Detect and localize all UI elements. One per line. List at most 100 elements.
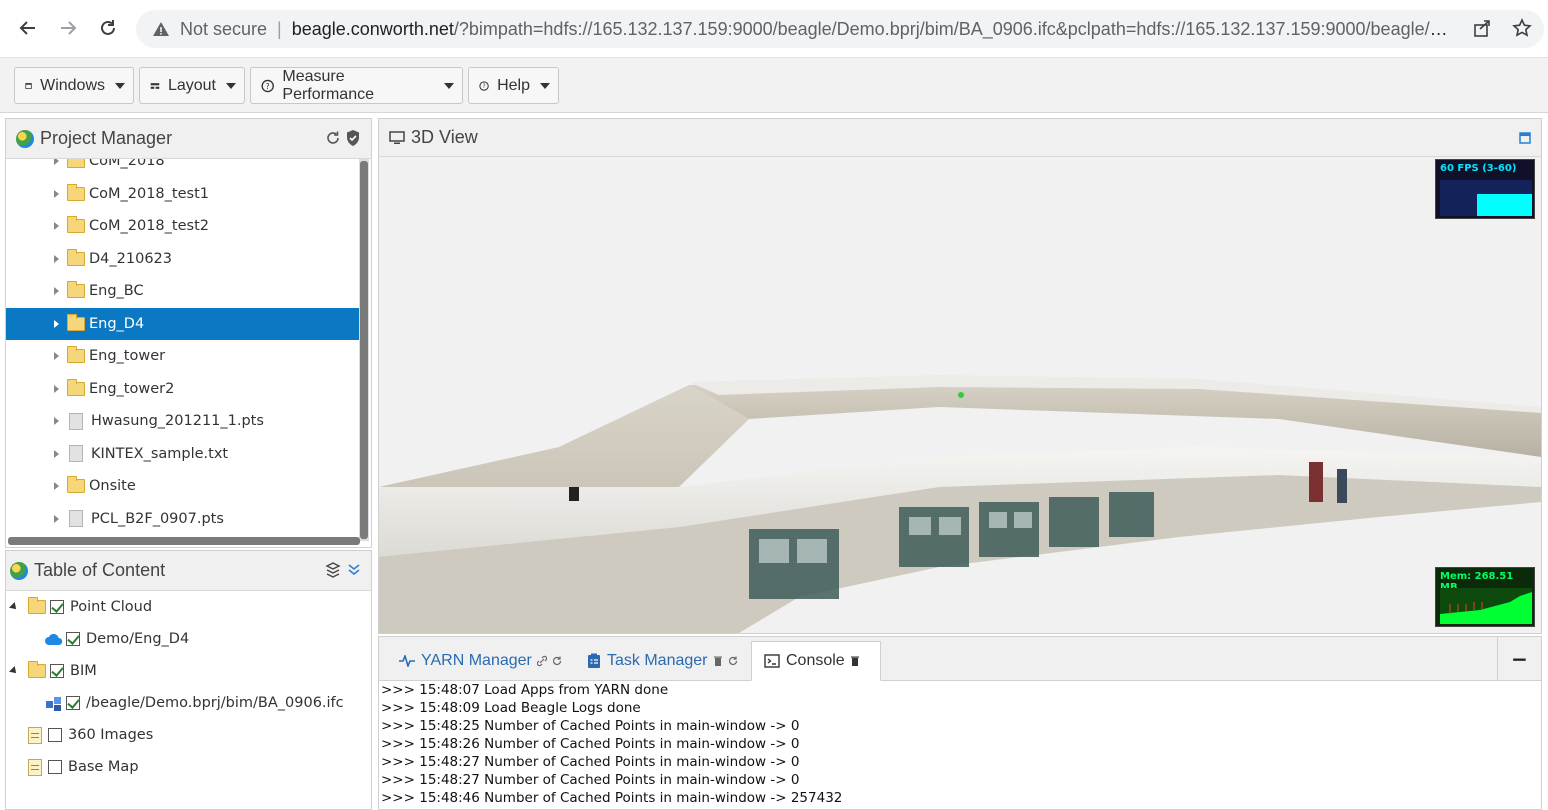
toc-item-bim[interactable]: BIM — [9, 655, 97, 687]
forward-button[interactable] — [48, 8, 88, 48]
toc-item-demo-eng-d4[interactable]: Demo/Eng_D4 — [44, 623, 189, 655]
expand-arrow-icon[interactable] — [54, 222, 59, 230]
tree-item[interactable]: Eng_D4 — [6, 307, 361, 340]
url-host: beagle.conworth.net — [291, 18, 454, 39]
toc-header: Table of Content — [6, 551, 371, 591]
tree-item[interactable]: Eng_BC — [6, 275, 361, 307]
tree-item[interactable]: Onsite — [6, 470, 361, 502]
person-figure — [1309, 462, 1323, 502]
toc-item-360-images[interactable]: 360 Images — [28, 719, 153, 751]
console-output: >>> 15:48:07 Load Apps from YARN done >>>… — [381, 681, 1539, 809]
tree-item-label: KINTEX_sample.txt — [91, 445, 229, 462]
trash-icon[interactable] — [850, 655, 860, 667]
tab-label: Task Manager — [607, 652, 708, 669]
toc-title: Table of Content — [34, 560, 166, 580]
toc-item-point-cloud[interactable]: Point Cloud — [9, 591, 152, 623]
demo-eng-d4-checkbox[interactable] — [66, 632, 80, 646]
toc-item-label: Base Map — [68, 759, 139, 775]
tab-task-manager[interactable]: Task Manager — [575, 641, 750, 681]
bim-checkbox[interactable] — [50, 664, 64, 678]
bottom-tabs: YARN Manager Task Manager Console − — [379, 637, 1541, 681]
tab-console[interactable]: Console — [751, 641, 881, 681]
double-chevron-down-icon[interactable] — [347, 563, 361, 577]
layers-icon[interactable] — [325, 561, 341, 579]
bim-file-checkbox[interactable] — [66, 696, 80, 710]
base-map-checkbox[interactable] — [48, 760, 62, 774]
360-images-checkbox[interactable] — [48, 728, 62, 742]
collapse-panel-button[interactable]: − — [1497, 637, 1541, 681]
help-menu-button[interactable]: ? Help — [468, 67, 559, 104]
back-button[interactable] — [8, 8, 48, 48]
maximize-icon[interactable] — [1519, 132, 1531, 144]
layout-menu-button[interactable]: Layout — [139, 67, 245, 104]
tree-item[interactable]: KINTEX_sample.txt — [6, 438, 361, 470]
link-icon[interactable] — [536, 655, 547, 667]
folder-icon — [67, 248, 85, 266]
tree-item[interactable]: CoM_2018 — [6, 159, 361, 177]
refresh-icon[interactable] — [552, 655, 562, 667]
browser-toolbar: Not secure | beagle.conworth.net/?bimpat… — [0, 0, 1548, 57]
tree-item[interactable]: Eng_tower — [6, 340, 361, 372]
refresh-icon[interactable] — [728, 655, 738, 667]
toc-item-base-map[interactable]: Base Map — [28, 751, 139, 783]
expand-arrow-icon[interactable] — [54, 514, 59, 523]
expand-arrow-icon[interactable] — [54, 319, 59, 328]
expand-icon[interactable] — [9, 666, 19, 676]
measure-performance-label: Measure Performance — [282, 67, 374, 103]
tree-item[interactable]: D4_210623 — [6, 243, 361, 275]
file-icon — [69, 445, 83, 462]
folder-icon — [67, 346, 85, 363]
tree-item-label: D4_210623 — [89, 250, 172, 267]
caret-down-icon — [444, 82, 454, 89]
point-cloud-checkbox[interactable] — [50, 600, 64, 614]
star-icon[interactable] — [1512, 18, 1532, 38]
tree-item[interactable]: CoM_2018_test2 — [6, 210, 361, 242]
expand-arrow-icon[interactable] — [54, 449, 59, 458]
folder-icon — [67, 313, 85, 331]
tree-item-label: CoM_2018 — [89, 159, 165, 169]
expand-arrow-icon[interactable] — [54, 482, 59, 490]
expand-arrow-icon[interactable] — [54, 254, 59, 263]
expand-arrow-icon[interactable] — [54, 352, 59, 360]
url-rest: /?bimpath=hdfs://165.132.137.159:9000/be… — [453, 18, 1452, 39]
tree-item[interactable]: CoM_2018_test1 — [6, 178, 361, 210]
monitor-icon — [389, 130, 405, 144]
reload-button[interactable] — [88, 8, 128, 48]
console-line: >>> 15:48:25 Number of Cached Points in … — [381, 718, 800, 734]
layout-icon — [150, 82, 160, 89]
bottom-panel: YARN Manager Task Manager Console − >>> … — [378, 636, 1542, 810]
windows-menu-button[interactable]: Windows — [14, 67, 134, 104]
toc-item-bim-file[interactable]: /beagle/Demo.bprj/bim/BA_0906.ifc — [44, 687, 344, 719]
expand-icon[interactable] — [9, 602, 19, 612]
file-icon — [69, 510, 83, 527]
share-icon[interactable] — [1472, 18, 1492, 38]
3d-canvas[interactable]: 60 FPS (3-60) Mem: 268.51 MB — [379, 157, 1541, 633]
tree-item[interactable]: Eng_tower2 — [6, 373, 361, 405]
tree-item[interactable]: Hwasung_201211_1.pts — [6, 405, 361, 437]
expand-arrow-icon[interactable] — [54, 384, 59, 393]
toc-item-label: Demo/Eng_D4 — [86, 631, 190, 647]
shield-check-icon[interactable] — [345, 129, 361, 147]
layout-menu-label: Layout — [167, 76, 216, 94]
tree-item-label: Hwasung_201211_1.pts — [91, 413, 264, 429]
console-line: >>> 15:48:07 Load Apps from YARN done — [381, 682, 669, 698]
measure-performance-button[interactable]: ? Measure Performance — [250, 67, 463, 104]
expand-arrow-icon[interactable] — [54, 159, 59, 165]
tree-item[interactable]: PCL_B2F_0907.pts — [6, 503, 361, 535]
help-menu-label: Help — [497, 76, 530, 94]
folder-icon — [67, 159, 85, 168]
project-tree-hscrollbar[interactable] — [8, 537, 360, 545]
tree-item-label: CoM_2018_test1 — [89, 185, 209, 202]
expand-arrow-icon[interactable] — [54, 189, 59, 198]
collapse-label: − — [1511, 647, 1528, 671]
tab-yarn-manager[interactable]: YARN Manager — [387, 641, 574, 681]
fps-label: 60 FPS (3-60) — [1440, 163, 1517, 174]
toc-item-label: BIM — [70, 663, 97, 679]
refresh-icon[interactable] — [325, 130, 341, 146]
project-tree-scrollbar[interactable] — [359, 159, 369, 541]
expand-arrow-icon[interactable] — [54, 287, 59, 295]
address-bar[interactable]: Not secure | beagle.conworth.net/?bimpat… — [136, 10, 1544, 48]
expand-arrow-icon[interactable] — [54, 417, 59, 425]
scrollbar-thumb[interactable] — [360, 161, 368, 539]
trash-icon[interactable] — [713, 655, 723, 667]
